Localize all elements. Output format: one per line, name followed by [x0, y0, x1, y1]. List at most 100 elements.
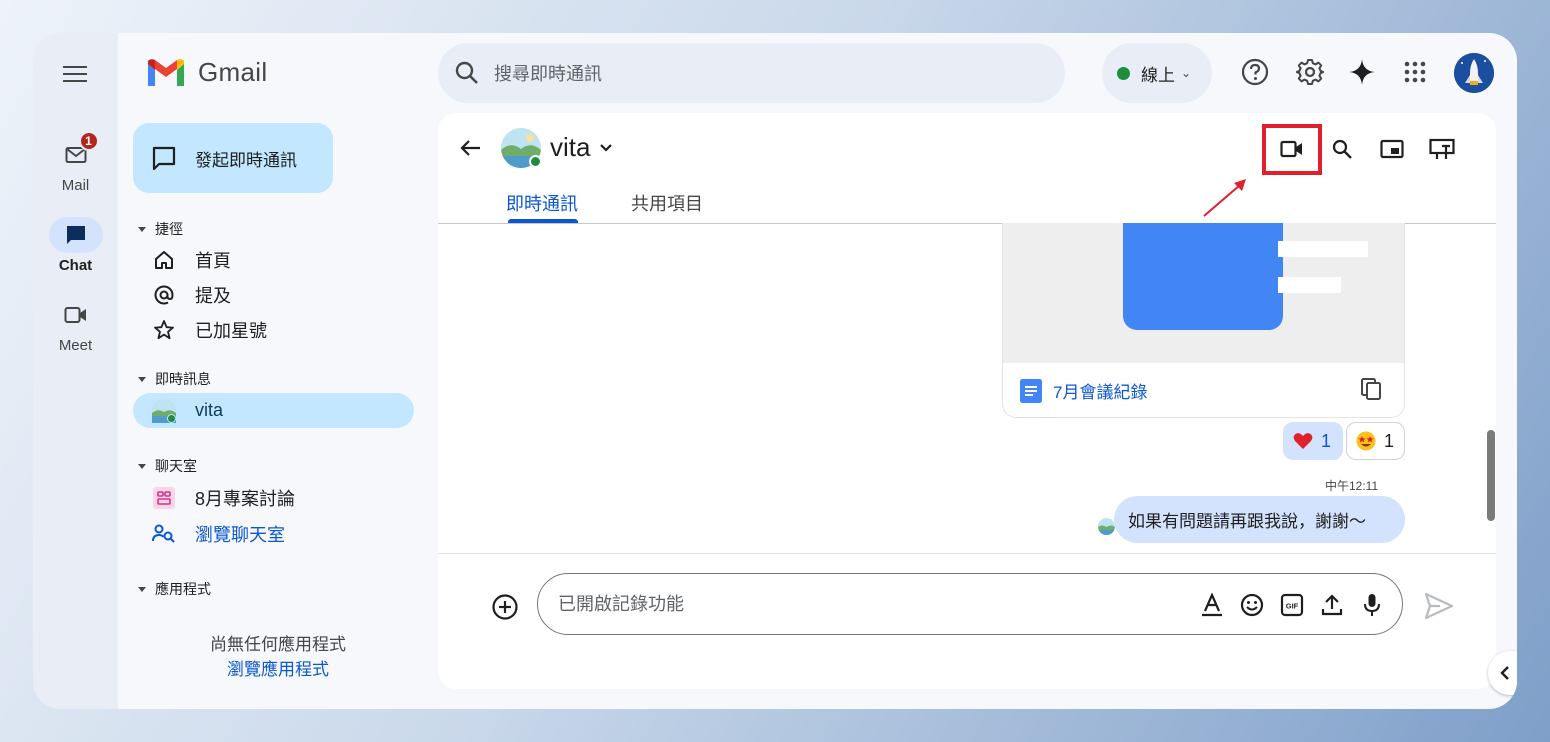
new-chat-label: 發起即時通訊: [195, 150, 297, 170]
nav-item-starred[interactable]: 已加星號: [133, 312, 414, 348]
section-spaces[interactable]: 聊天室: [138, 456, 197, 476]
nav-item-dm-vita-label: vita: [195, 400, 224, 420]
emoji-smile-icon: [1240, 593, 1264, 617]
voice-message-button[interactable]: [1359, 592, 1385, 618]
gmail-window: 1 Mail Chat Meet Gmail 發起即時通訊 捷徑 首頁 提及 已…: [33, 33, 1517, 709]
section-apps[interactable]: 應用程式: [138, 579, 211, 599]
main-menu-icon[interactable]: [63, 63, 87, 83]
attachment-card[interactable]: 7月會議紀錄: [1002, 223, 1405, 418]
google-docs-icon: [1020, 378, 1042, 403]
message-timestamp: 中午12:11: [1325, 479, 1379, 493]
conversation-panel: vita 即時通訊 共用項目 7月會議紀錄 1 1 中午12:11 如果有問題請…: [438, 113, 1496, 689]
conversation-online-dot: [529, 155, 542, 168]
section-direct-messages[interactable]: 即時訊息: [138, 369, 211, 389]
status-label: 線上: [1141, 65, 1175, 85]
search-icon: [1332, 139, 1352, 159]
rail-item-chat[interactable]: Chat: [33, 217, 118, 274]
reaction-heart-chip[interactable]: 1: [1283, 422, 1343, 460]
svg-text:GIF: GIF: [1286, 602, 1299, 611]
apps-launcher-button[interactable]: [1400, 57, 1430, 87]
present-button[interactable]: [1426, 133, 1458, 165]
account-avatar[interactable]: [1454, 53, 1494, 93]
copy-icon[interactable]: [1360, 377, 1382, 401]
picture-in-picture-icon: [1380, 139, 1404, 159]
chat-search-bar[interactable]: 搜尋即時通訊: [438, 43, 1065, 103]
app-rail: 1 Mail Chat Meet: [33, 33, 118, 709]
rail-label-mail: Mail: [61, 177, 90, 194]
chevron-down-icon: [600, 143, 613, 152]
video-camera-icon: [64, 307, 86, 323]
gmail-m-icon: [148, 58, 184, 86]
gif-button[interactable]: GIF: [1279, 592, 1305, 618]
upload-file-button[interactable]: [1319, 592, 1345, 618]
video-call-highlight-box: [1262, 124, 1322, 175]
message-bubble[interactable]: 如果有問題請再跟我說，謝謝～: [1114, 496, 1405, 543]
nav-item-browse-spaces-label: 瀏覽聊天室: [195, 525, 285, 545]
gemini-button[interactable]: [1347, 57, 1377, 87]
composer-divider: [438, 553, 1496, 554]
nav-item-space-label: 8月專案討論: [195, 489, 296, 509]
help-button[interactable]: [1240, 57, 1270, 87]
nav-item-mentions-label: 提及: [195, 286, 231, 306]
message-text: 如果有問題請再跟我說，謝謝～: [1128, 512, 1366, 531]
new-chat-button[interactable]: 發起即時通訊: [133, 123, 333, 193]
nav-item-browse-spaces[interactable]: 瀏覽聊天室: [133, 516, 414, 552]
annotation-arrow-icon: [1203, 179, 1246, 217]
conversation-name: vita: [550, 132, 591, 162]
microphone-icon: [1364, 594, 1380, 616]
upload-icon: [1321, 594, 1343, 616]
scrollbar-thumb[interactable]: [1487, 430, 1495, 521]
nav-item-space-august-project[interactable]: 8月專案討論: [133, 480, 414, 516]
read-receipt-avatar: [1098, 518, 1115, 535]
rail-item-mail[interactable]: 1 Mail: [33, 131, 118, 194]
gear-icon: [1296, 59, 1324, 85]
send-icon[interactable]: [1424, 592, 1454, 620]
nav-item-starred-label: 已加星號: [195, 321, 267, 341]
nav-item-mentions[interactable]: 提及: [133, 277, 414, 313]
search-placeholder: 搜尋即時通訊: [494, 64, 602, 84]
message-composer: GIF: [537, 573, 1403, 635]
section-dms-title: 即時訊息: [155, 371, 211, 387]
status-selector[interactable]: 線上 ⌄: [1102, 43, 1212, 103]
nav-item-dm-vita[interactable]: vita: [133, 393, 414, 428]
text-format-icon: [1202, 593, 1222, 617]
reaction-heart-count: 1: [1321, 430, 1332, 451]
tab-chat[interactable]: 即時通訊: [506, 190, 578, 216]
at-sign-icon: [154, 285, 174, 305]
gif-icon: GIF: [1280, 593, 1304, 617]
reaction-star-struck-count: 1: [1384, 430, 1395, 451]
section-shortcuts-title: 捷徑: [155, 221, 183, 237]
tab-shared[interactable]: 共用項目: [631, 190, 703, 216]
nav-item-home[interactable]: 首頁: [133, 242, 414, 278]
gmail-logo[interactable]: Gmail: [146, 57, 267, 88]
attachment-file-name[interactable]: 7月會議紀錄: [1053, 378, 1147, 403]
attachment-preview: [1003, 223, 1404, 363]
chat-icon: [66, 226, 85, 244]
section-shortcuts[interactable]: 捷徑: [138, 219, 183, 239]
help-icon: [1241, 58, 1269, 86]
search-icon: [455, 61, 478, 84]
add-circle-icon[interactable]: [491, 593, 519, 621]
search-conversation-button[interactable]: [1326, 133, 1358, 165]
browse-apps-link[interactable]: 瀏覽應用程式: [118, 655, 438, 680]
chevron-down-icon: ⌄: [1181, 66, 1192, 80]
nav-item-home-label: 首頁: [195, 251, 231, 271]
attachment-footer: 7月會議紀錄: [1003, 363, 1404, 417]
settings-button[interactable]: [1295, 57, 1325, 87]
pop-out-button[interactable]: [1376, 133, 1408, 165]
home-icon: [155, 251, 173, 269]
back-arrow-icon[interactable]: [458, 135, 484, 161]
people-search-icon: [152, 524, 175, 543]
section-apps-title: 應用程式: [155, 581, 211, 597]
gmail-wordmark: Gmail: [198, 57, 268, 87]
mail-unread-badge: 1: [78, 131, 99, 151]
conversation-title[interactable]: vita: [550, 132, 616, 163]
emoji-button[interactable]: [1239, 592, 1265, 618]
reaction-star-struck-chip[interactable]: 1: [1346, 422, 1405, 460]
status-dot: [1117, 66, 1130, 80]
rail-label-meet: Meet: [58, 337, 93, 354]
message-input[interactable]: [558, 588, 1158, 620]
star-icon: [154, 320, 174, 340]
rail-item-meet[interactable]: Meet: [33, 297, 118, 354]
format-text-button[interactable]: [1199, 592, 1225, 618]
